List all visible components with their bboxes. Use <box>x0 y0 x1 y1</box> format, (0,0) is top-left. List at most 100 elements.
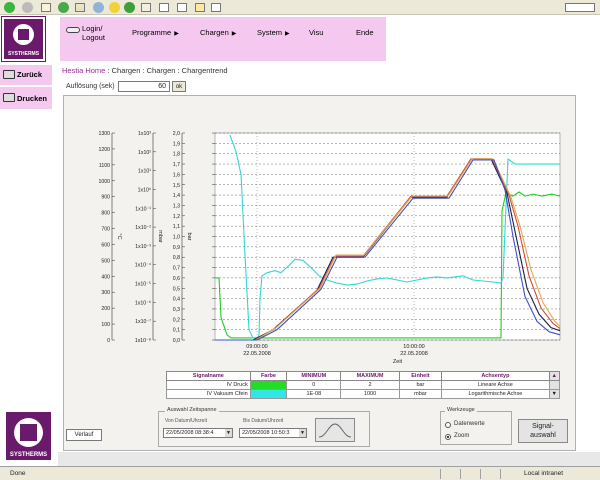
y-tick-label: 2,0 <box>173 131 180 137</box>
forward-icon[interactable] <box>22 2 33 13</box>
nav-login[interactable]: Login/ <box>82 24 102 33</box>
mail-icon[interactable] <box>141 3 151 12</box>
history-icon[interactable] <box>124 2 135 13</box>
to-datetime-select[interactable]: 22/05/2008 10:50:3 ▼ <box>239 428 307 438</box>
y-tick-label: 700 <box>101 227 110 233</box>
table-row[interactable]: IV Druck 0 2 bar Lineare Achse <box>166 380 561 390</box>
dropdown-arrow-icon[interactable]: ▼ <box>299 429 306 437</box>
y-tick-label: 0,6 <box>173 276 180 282</box>
curve-preview-button[interactable] <box>315 418 355 442</box>
folder-icon[interactable] <box>195 3 205 12</box>
trend-chart: 1300120011001000900800700600500400300200… <box>98 131 561 365</box>
nav-system[interactable]: System ▶ <box>257 28 290 37</box>
y-tick-label: 0,3 <box>173 307 180 313</box>
print-button-label: Drucken <box>17 94 48 103</box>
browser-toolbar <box>0 0 600 15</box>
table-row[interactable]: IV Vakuum Cfein 1E-08 1000 mbar Logarith… <box>166 389 561 399</box>
signal-max[interactable]: 2 <box>340 380 400 390</box>
back-icon[interactable] <box>4 2 15 13</box>
print-button[interactable]: Drucken <box>0 87 52 109</box>
scrollbar-track[interactable] <box>548 380 561 390</box>
windows-logo-icon <box>565 3 595 12</box>
y-tick-label: 1,7 <box>173 162 180 168</box>
signal-axis-type[interactable]: Logarithmische Achse <box>441 389 550 399</box>
y-tick-label: 600 <box>101 242 110 248</box>
scrollbar-down[interactable]: ▼ <box>548 389 561 399</box>
nav-ende[interactable]: Ende <box>356 28 374 37</box>
signal-min[interactable]: 0 <box>286 380 342 390</box>
x-tick-date: 22.05.2008 <box>400 351 428 357</box>
dropdown-arrow-icon[interactable]: ▼ <box>225 429 232 437</box>
radio-datenwerte[interactable] <box>445 422 451 428</box>
nav-chargen-label: Chargen <box>200 28 229 37</box>
nav-chargen[interactable]: Chargen ▶ <box>200 28 236 37</box>
favorites-icon[interactable] <box>109 2 120 13</box>
y-tick-label: 1x10³ <box>138 131 151 137</box>
home-icon[interactable] <box>75 3 85 12</box>
scrollbar-up[interactable]: ▲ <box>548 371 561 381</box>
radio-zoom[interactable] <box>445 434 451 440</box>
edit-icon[interactable] <box>177 3 187 12</box>
y-tick-label: 0,7 <box>173 266 180 272</box>
nav-visu[interactable]: Visu <box>309 28 323 37</box>
y-tick-label: 1x10² <box>138 150 151 156</box>
y-tick-label: 1,4 <box>173 193 180 199</box>
y-tick-label: 1x10⁻⁴ <box>135 263 151 269</box>
resolution-input[interactable]: 60 <box>118 81 170 92</box>
from-datetime-value: 22/05/2008 08:38:4 <box>166 430 214 436</box>
print-icon[interactable] <box>159 3 169 12</box>
nav-system-label: System <box>257 28 283 37</box>
search-icon[interactable] <box>93 2 104 13</box>
y-tick-label: 0 <box>107 338 110 344</box>
y-tick-label: 1000 <box>98 179 110 185</box>
signal-unit: mbar <box>398 389 443 399</box>
signal-color-swatch[interactable] <box>249 380 288 390</box>
back-button[interactable]: Zurück <box>0 65 52 85</box>
resolution-label: Auflösung (sek) <box>66 83 115 90</box>
y-tick-label: 200 <box>101 306 110 312</box>
to-label: Bis Datum/Uhrzeit <box>243 418 284 424</box>
radio-datenwerte-label: Datenwerte <box>454 421 485 427</box>
y-tick-label: 1,0 <box>173 235 180 241</box>
y-axis-unit: bar <box>186 233 192 241</box>
time-range-group: Auswahl Zeitspanne Von Datum/Uhrzeit 22/… <box>158 407 370 447</box>
signal-name: IV Vakuum Cfein <box>166 389 251 399</box>
breadcrumb-path: Chargen : Chargen : Chargentrend <box>111 66 228 75</box>
from-datetime-select[interactable]: 22/05/2008 08:38:4 ▼ <box>163 428 233 438</box>
col-achsentyp: Achsentyp <box>441 371 550 381</box>
status-divider <box>440 469 441 479</box>
status-divider <box>500 469 501 479</box>
signal-min[interactable]: 1E-08 <box>286 389 342 399</box>
nav-programme[interactable]: Programme ▶ <box>132 28 179 37</box>
status-text: Done <box>10 470 26 477</box>
x-tick-date: 22.05.2008 <box>243 351 271 357</box>
signal-max[interactable]: 1000 <box>340 389 400 399</box>
col-farbe: Farbe <box>249 371 288 381</box>
x-tick-time: 10:00:00 <box>403 344 424 350</box>
signal-color-swatch[interactable] <box>249 389 288 399</box>
y-axis-unit: °C <box>116 233 122 239</box>
y-tick-label: 1x10⁻¹ <box>135 206 151 212</box>
y-tick-label: 0,4 <box>173 297 180 303</box>
from-label: Von Datum/Uhrzeit <box>165 418 207 424</box>
y-tick-label: 1200 <box>98 147 110 153</box>
y-tick-label: 1300 <box>98 131 110 137</box>
messenger-icon[interactable] <box>211 3 221 12</box>
breadcrumb-home[interactable]: Hestia Home <box>62 66 105 75</box>
signal-axis-type[interactable]: Lineare Achse <box>441 380 550 390</box>
signal-selection-button[interactable]: Signal- auswahl <box>518 419 568 443</box>
status-divider <box>460 469 461 479</box>
back-arrow-icon <box>3 70 15 79</box>
nav-programme-label: Programme <box>132 28 172 37</box>
y-tick-label: 1,2 <box>173 214 180 220</box>
col-maximum: MAXIMUM <box>340 371 400 381</box>
ok-button[interactable]: ok <box>172 81 186 92</box>
col-einheit: Einheit <box>398 371 443 381</box>
y-tick-label: 0,8 <box>173 255 180 261</box>
refresh-icon[interactable] <box>58 2 69 13</box>
verlauf-button[interactable]: Verlauf <box>66 429 102 441</box>
table-header-row: Signalname Farbe MINIMUM MAXIMUM Einheit… <box>166 371 561 381</box>
triangle-right-icon: ▶ <box>174 31 179 37</box>
stop-icon[interactable] <box>41 3 51 12</box>
nav-logout[interactable]: Logout <box>82 33 105 42</box>
